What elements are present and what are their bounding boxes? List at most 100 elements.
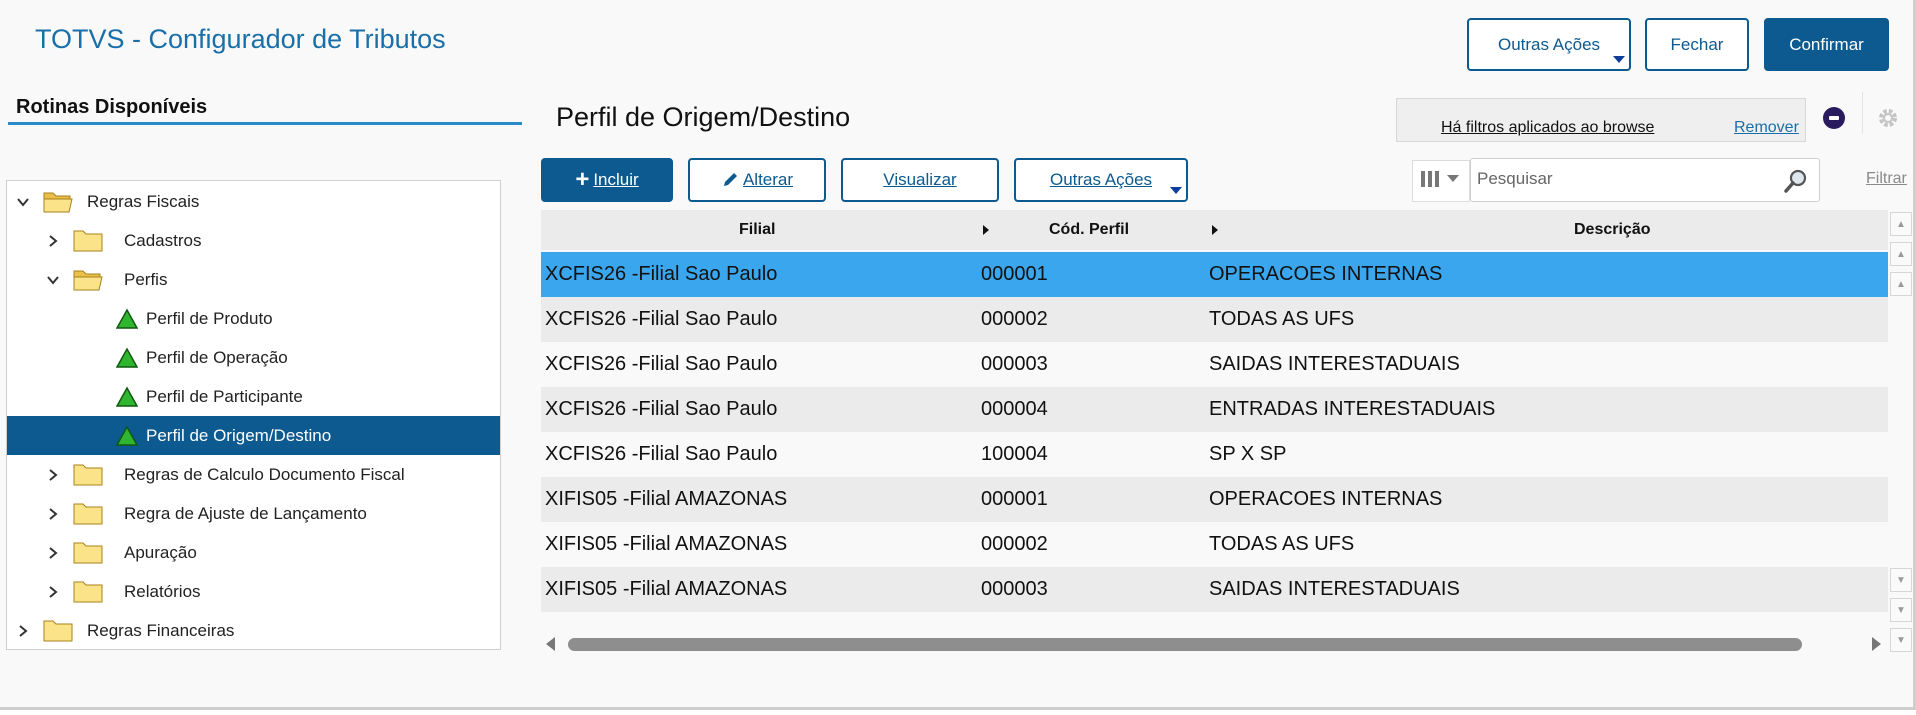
tree-item-cadastros[interactable]: Cadastros: [7, 221, 500, 260]
cell-descricao: ENTRADAS INTERESTADUAIS: [1209, 398, 1496, 420]
table-row[interactable]: XCFIS26 -Filial Sao Paulo 000002 TODAS A…: [541, 297, 1888, 342]
column-header-filial[interactable]: Filial: [739, 221, 775, 239]
cell-cod-perfil: 000001: [981, 263, 1048, 285]
cell-cod-perfil: 000003: [981, 353, 1048, 375]
tree-item-label: Regras Financeiras: [87, 620, 235, 640]
table-row[interactable]: XCFIS26 -Filial Sao Paulo 000003 SAIDAS …: [541, 342, 1888, 387]
cell-filial: XCFIS26 -Filial Sao Paulo: [545, 263, 778, 285]
plus-icon: +: [575, 166, 590, 193]
green-triangle-icon: [116, 347, 138, 368]
tree-item-perfil-operacao[interactable]: Perfil de Operação: [7, 338, 500, 377]
cell-descricao: TODAS AS UFS: [1209, 308, 1355, 330]
app-title: TOTVS - Configurador de Tributos: [35, 24, 446, 54]
tree-item-perfil-participante[interactable]: Perfil de Participante: [7, 377, 500, 416]
folder-icon: [73, 542, 103, 564]
cell-filial: XCFIS26 -Filial Sao Paulo: [545, 398, 778, 420]
scroll-bottom-button[interactable]: ▼: [1890, 628, 1912, 652]
table-row[interactable]: XCFIS26 -Filial Sao Paulo 000004 ENTRADA…: [541, 387, 1888, 432]
table-row[interactable]: XCFIS26 -Filial Sao Paulo 100004 SP X SP: [541, 432, 1888, 477]
tree-item-perfis[interactable]: Perfis: [7, 260, 500, 299]
table-row[interactable]: XIFIS05 -Filial AMAZONAS 000003 SAIDAS I…: [541, 567, 1888, 612]
minus-circle-icon[interactable]: [1823, 107, 1845, 129]
tree-item-label: Perfil de Origem/Destino: [146, 425, 332, 445]
column-selector-button[interactable]: [1412, 160, 1470, 202]
app-window: TOTVS - Configurador de Tributos Outras …: [0, 0, 1916, 710]
tree-item-apuracao[interactable]: Apuração: [7, 533, 500, 572]
close-button[interactable]: Fechar: [1645, 18, 1749, 71]
tree-item-regras-calculo[interactable]: Regras de Calculo Documento Fiscal: [7, 455, 500, 494]
folder-open-icon: [73, 270, 103, 291]
tree-item-relatorios[interactable]: Relatórios: [7, 572, 500, 611]
pencil-icon: [723, 173, 737, 186]
divider: [1862, 92, 1863, 134]
table-row[interactable]: XIFIS05 -Filial AMAZONAS 000001 OPERACOE…: [541, 477, 1888, 522]
cell-filial: XIFIS05 -Filial AMAZONAS: [545, 533, 788, 555]
chevron-right-icon[interactable]: [45, 233, 61, 249]
tree-item-regras-fiscais[interactable]: Regras Fiscais: [7, 182, 500, 221]
header-other-actions-label: Outras Ações: [1497, 34, 1601, 54]
scroll-top-button[interactable]: ▲: [1890, 212, 1912, 236]
scroll-down-button[interactable]: ▼: [1890, 568, 1912, 592]
sort-arrow-icon[interactable]: [983, 225, 989, 235]
page-title: Perfil de Origem/Destino: [556, 102, 851, 132]
sidebar-title: Rotinas Disponíveis: [16, 96, 208, 118]
routines-tree: Regras Fiscais Cadastros Perfis Perfil d…: [6, 180, 501, 650]
sort-arrow-icon[interactable]: [1212, 225, 1218, 235]
view-button[interactable]: Visualizar: [841, 158, 999, 202]
folder-icon: [73, 503, 103, 525]
confirm-button[interactable]: Confirmar: [1764, 18, 1889, 71]
table-row[interactable]: XIFIS05 -Filial AMAZONAS 000002 TODAS AS…: [541, 522, 1888, 567]
chevron-down-icon[interactable]: [15, 194, 31, 210]
edit-button[interactable]: Alterar: [688, 158, 826, 202]
filter-notice-link[interactable]: Há filtros aplicados ao browse: [1441, 119, 1654, 137]
toolbar-other-actions-button[interactable]: Outras Ações: [1014, 158, 1188, 202]
chevron-right-icon[interactable]: [45, 545, 61, 561]
cell-cod-perfil: 000001: [981, 488, 1048, 510]
cell-descricao: OPERACOES INTERNAS: [1209, 488, 1443, 510]
cell-cod-perfil: 000004: [981, 398, 1048, 420]
folder-open-icon: [43, 192, 73, 213]
folder-icon: [73, 230, 103, 252]
scroll-page-down-button[interactable]: ▼: [1890, 598, 1912, 622]
scroll-page-up-button[interactable]: ▲: [1890, 242, 1912, 266]
cell-descricao: SAIDAS INTERESTADUAIS: [1209, 353, 1460, 375]
horizontal-scrollbar-thumb[interactable]: [568, 638, 1802, 651]
folder-icon: [43, 620, 73, 642]
tree-item-label: Cadastros: [124, 230, 202, 250]
table-row[interactable]: XCFIS26 -Filial Sao Paulo 000001 OPERACO…: [541, 252, 1888, 297]
tree-item-regras-financeiras[interactable]: Regras Financeiras: [7, 611, 500, 650]
columns-icon: [1421, 171, 1459, 187]
cell-cod-perfil: 000003: [981, 578, 1048, 600]
dropdown-arrow-icon: [1613, 56, 1625, 63]
tree-item-perfil-produto[interactable]: Perfil de Produto: [7, 299, 500, 338]
filter-link[interactable]: Filtrar: [1866, 170, 1907, 188]
search-icon[interactable]: [1783, 168, 1809, 194]
green-triangle-icon: [116, 308, 138, 329]
folder-icon: [73, 464, 103, 486]
chevron-right-icon[interactable]: [15, 623, 31, 639]
cell-descricao: SP X SP: [1209, 443, 1287, 465]
header-other-actions-button[interactable]: Outras Ações: [1467, 18, 1631, 71]
cell-filial: XCFIS26 -Filial Sao Paulo: [545, 443, 778, 465]
tree-item-regra-ajuste[interactable]: Regra de Ajuste de Lançamento: [7, 494, 500, 533]
tree-item-label: Apuração: [124, 542, 197, 562]
chevron-down-icon[interactable]: [45, 272, 61, 288]
sidebar-title-underline: [8, 122, 522, 125]
search-input[interactable]: [1477, 169, 1777, 189]
scroll-left-arrow-icon[interactable]: [546, 637, 555, 651]
green-triangle-icon: [116, 425, 138, 446]
column-header-cod-perfil[interactable]: Cód. Perfil: [1049, 221, 1129, 239]
tree-item-perfil-origem-destino[interactable]: Perfil de Origem/Destino: [7, 416, 500, 455]
scroll-right-arrow-icon[interactable]: [1872, 637, 1881, 651]
chevron-right-icon[interactable]: [45, 467, 61, 483]
scroll-up-button[interactable]: ▲: [1890, 272, 1912, 296]
tree-item-label: Perfil de Produto: [146, 308, 273, 328]
chevron-right-icon[interactable]: [45, 584, 61, 600]
cell-cod-perfil: 000002: [981, 533, 1048, 555]
gear-icon[interactable]: [1876, 106, 1900, 130]
chevron-right-icon[interactable]: [45, 506, 61, 522]
other-actions-label: Outras Ações: [1049, 170, 1153, 189]
column-header-descricao[interactable]: Descrição: [1574, 221, 1651, 239]
remove-filter-link[interactable]: Remover: [1734, 119, 1799, 137]
include-button[interactable]: + Incluir: [541, 158, 673, 202]
